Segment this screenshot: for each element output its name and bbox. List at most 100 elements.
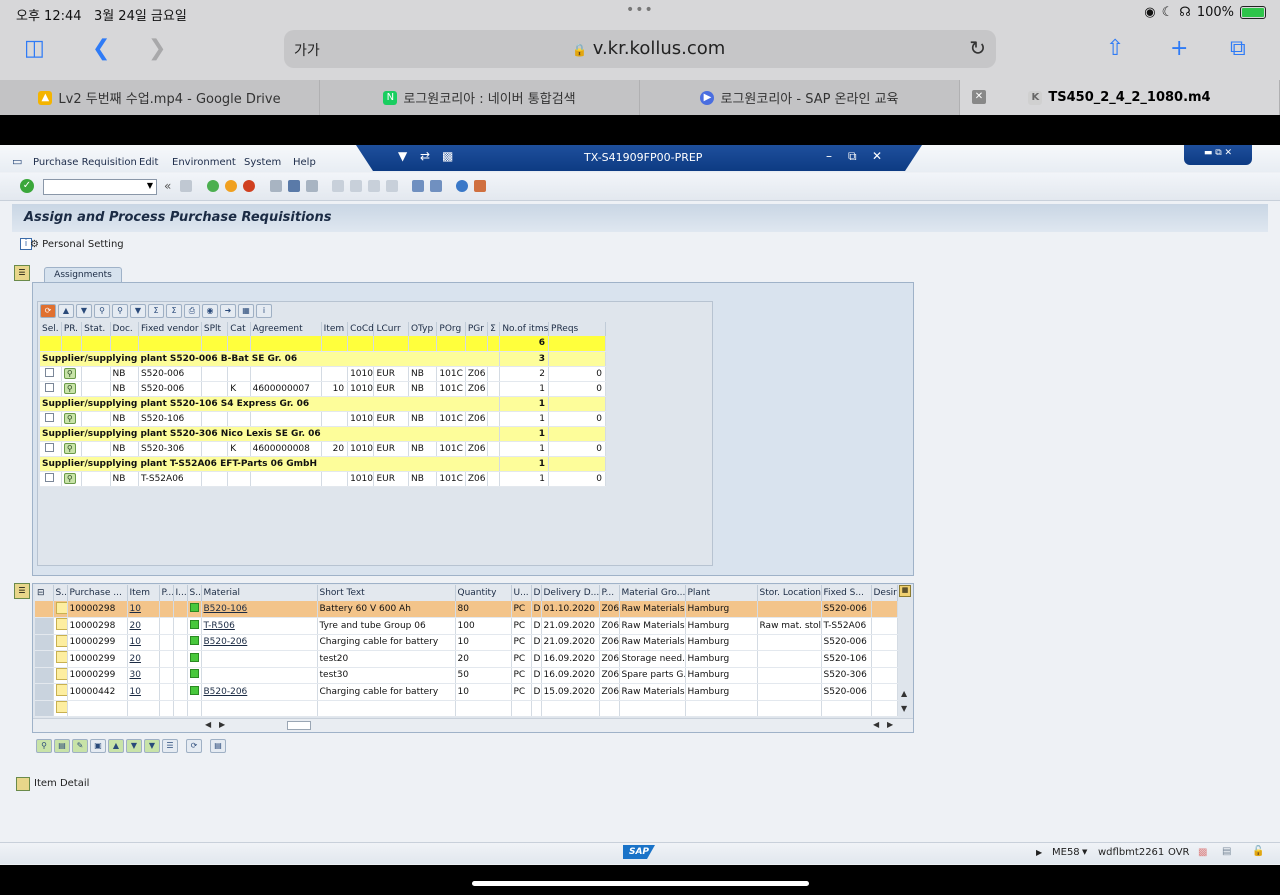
find-next-icon[interactable]: ⚲: [112, 304, 128, 318]
scroll-left-icon[interactable]: ◀: [205, 720, 211, 729]
menu-edit[interactable]: Edit: [139, 157, 158, 168]
assignment-row[interactable]: ⚲ NB S520-006 K 4600000007 10 1010 EUR NB 101C Z06…: [40, 381, 606, 397]
collapse-icon[interactable]: «: [164, 179, 171, 193]
assignment-row[interactable]: ⚲ NB S520-306 K 4600000008 20 1010 EUR NB 101C Z06…: [40, 441, 606, 457]
new-tab-icon[interactable]: +: [1170, 36, 1188, 61]
select-checkbox[interactable]: [45, 442, 54, 452]
column-header[interactable]: SPlt: [201, 322, 229, 336]
sort-ascending-icon[interactable]: ▲: [58, 304, 74, 318]
column-header[interactable]: Purchase ...: [67, 585, 128, 601]
column-header[interactable]: U...: [511, 585, 532, 601]
tab-google-drive[interactable]: ▲ Lv2 두번째 수업.mp4 - Google Drive: [0, 80, 320, 115]
display-pr-icon[interactable]: ⚲: [63, 443, 76, 454]
toggle-items-icon[interactable]: ☰: [14, 583, 30, 599]
close-icon[interactable]: ✕: [872, 149, 882, 163]
save-icon[interactable]: [180, 180, 192, 192]
command-field[interactable]: ▼: [43, 179, 157, 195]
print-icon[interactable]: ⎙: [184, 304, 200, 318]
tabs-overview-icon[interactable]: ⧉: [1230, 36, 1246, 61]
column-header[interactable]: PReqs: [548, 322, 606, 336]
outer-window-controls[interactable]: ▬ ⧉ ✕: [1184, 145, 1252, 165]
document-overview-icon[interactable]: ▤: [210, 739, 226, 753]
help-icon[interactable]: [456, 180, 468, 192]
column-header[interactable]: Material Gro...: [619, 585, 686, 601]
display-pr-icon[interactable]: ⚲: [63, 473, 76, 484]
previous-page-icon[interactable]: [350, 180, 362, 192]
row-selector[interactable]: [35, 650, 54, 668]
item-link[interactable]: 20: [130, 654, 141, 664]
column-header[interactable]: Cat: [227, 322, 251, 336]
info-icon[interactable]: i: [256, 304, 272, 318]
item-detail-toggle-icon[interactable]: [16, 777, 30, 791]
cancel-icon[interactable]: [243, 180, 255, 192]
item-row[interactable]: 10000299 30 test30 50 PC D 16.09.2020 Z06 Spare …: [35, 667, 898, 684]
row-selector[interactable]: [35, 617, 54, 635]
item-link[interactable]: 30: [130, 670, 141, 680]
back-icon[interactable]: ❮: [92, 36, 110, 61]
toggle-assignments-icon[interactable]: ☰: [14, 265, 30, 281]
row-selector[interactable]: [35, 667, 54, 684]
column-header[interactable]: LCurr: [373, 322, 409, 336]
item-row[interactable]: 10000442 10 B520-206 Charging cable for bat…: [35, 683, 898, 701]
select-checkbox[interactable]: [45, 472, 54, 482]
tab-sap-course[interactable]: ▶ 로그원코리아 - SAP 온라인 교육: [640, 80, 960, 115]
sum-icon[interactable]: Σ: [148, 304, 164, 318]
column-header[interactable]: Material: [201, 585, 318, 601]
assignment-row[interactable]: ⚲ NB S520-106 1010 EUR NB 101C Z06 1 0: [40, 411, 606, 427]
row-selector[interactable]: [35, 601, 54, 618]
home-indicator[interactable]: [472, 881, 809, 886]
column-header[interactable]: Delivery D...: [541, 585, 600, 601]
material-link[interactable]: B520-206: [204, 687, 248, 697]
sidebar-icon[interactable]: ◫: [24, 36, 45, 61]
column-header[interactable]: S..: [53, 585, 68, 601]
column-header[interactable]: PR.: [61, 322, 83, 336]
column-header[interactable]: Fixed vendor: [138, 322, 202, 336]
column-header[interactable]: No.of itms: [499, 322, 550, 336]
tab-assignments[interactable]: Assignments: [44, 267, 122, 283]
assign-icon[interactable]: ⟳: [40, 304, 56, 318]
row-selector[interactable]: [35, 634, 54, 651]
column-header[interactable]: CoCd: [347, 322, 375, 336]
layout-icon[interactable]: ☰: [162, 739, 178, 753]
multitasking-dots-icon[interactable]: •••: [626, 2, 654, 18]
last-page-icon[interactable]: [386, 180, 398, 192]
select-checkbox[interactable]: [45, 412, 54, 422]
column-header[interactable]: Σ: [487, 322, 501, 336]
item-detail-label[interactable]: Item Detail: [34, 778, 89, 789]
status-layout-icon[interactable]: ▤: [1222, 846, 1231, 857]
enter-check-icon[interactable]: ✓: [20, 179, 34, 193]
text-size-button[interactable]: 가가: [294, 40, 320, 60]
filter-icon[interactable]: ▼: [130, 304, 146, 318]
display-icon[interactable]: ⚲: [36, 739, 52, 753]
minimize-icon[interactable]: –: [826, 149, 832, 163]
subtotal-icon[interactable]: Σ: [166, 304, 182, 318]
layout-icon[interactable]: ▦: [238, 304, 254, 318]
material-link[interactable]: T-R506: [204, 621, 235, 631]
column-header[interactable]: Sel.: [40, 322, 62, 336]
select-checkbox[interactable]: [45, 367, 54, 377]
dropdown-icon[interactable]: ▼: [147, 181, 153, 190]
column-header[interactable]: I...: [173, 585, 188, 601]
scroll-right-icon[interactable]: ▶: [219, 720, 225, 729]
column-header[interactable]: Quantity: [455, 585, 512, 601]
column-header[interactable]: Desir: [871, 585, 898, 601]
restore-icon[interactable]: ⧉: [848, 149, 857, 164]
chevron-down-icon[interactable]: ▼: [398, 149, 407, 163]
column-header[interactable]: Agreement: [250, 322, 322, 336]
reload-icon[interactable]: ↻: [969, 36, 986, 60]
refresh-icon[interactable]: ⟳: [186, 739, 202, 753]
detail-icon[interactable]: ▤: [54, 739, 70, 753]
next-page-icon[interactable]: [368, 180, 380, 192]
share-icon[interactable]: ⇧: [1106, 36, 1124, 61]
column-header[interactable]: POrg: [436, 322, 466, 336]
column-header[interactable]: D: [531, 585, 542, 601]
display-pr-icon[interactable]: ⚲: [63, 368, 76, 379]
delete-icon[interactable]: ▣: [90, 739, 106, 753]
column-header[interactable]: S...: [187, 585, 202, 601]
status-expand-icon[interactable]: ▶: [1036, 848, 1042, 857]
column-header[interactable]: Doc.: [110, 322, 139, 336]
menu-help[interactable]: Help: [293, 157, 316, 168]
export-icon[interactable]: ➜: [220, 304, 236, 318]
shortcut-icon[interactable]: [430, 180, 442, 192]
find-icon[interactable]: ⚲: [94, 304, 110, 318]
